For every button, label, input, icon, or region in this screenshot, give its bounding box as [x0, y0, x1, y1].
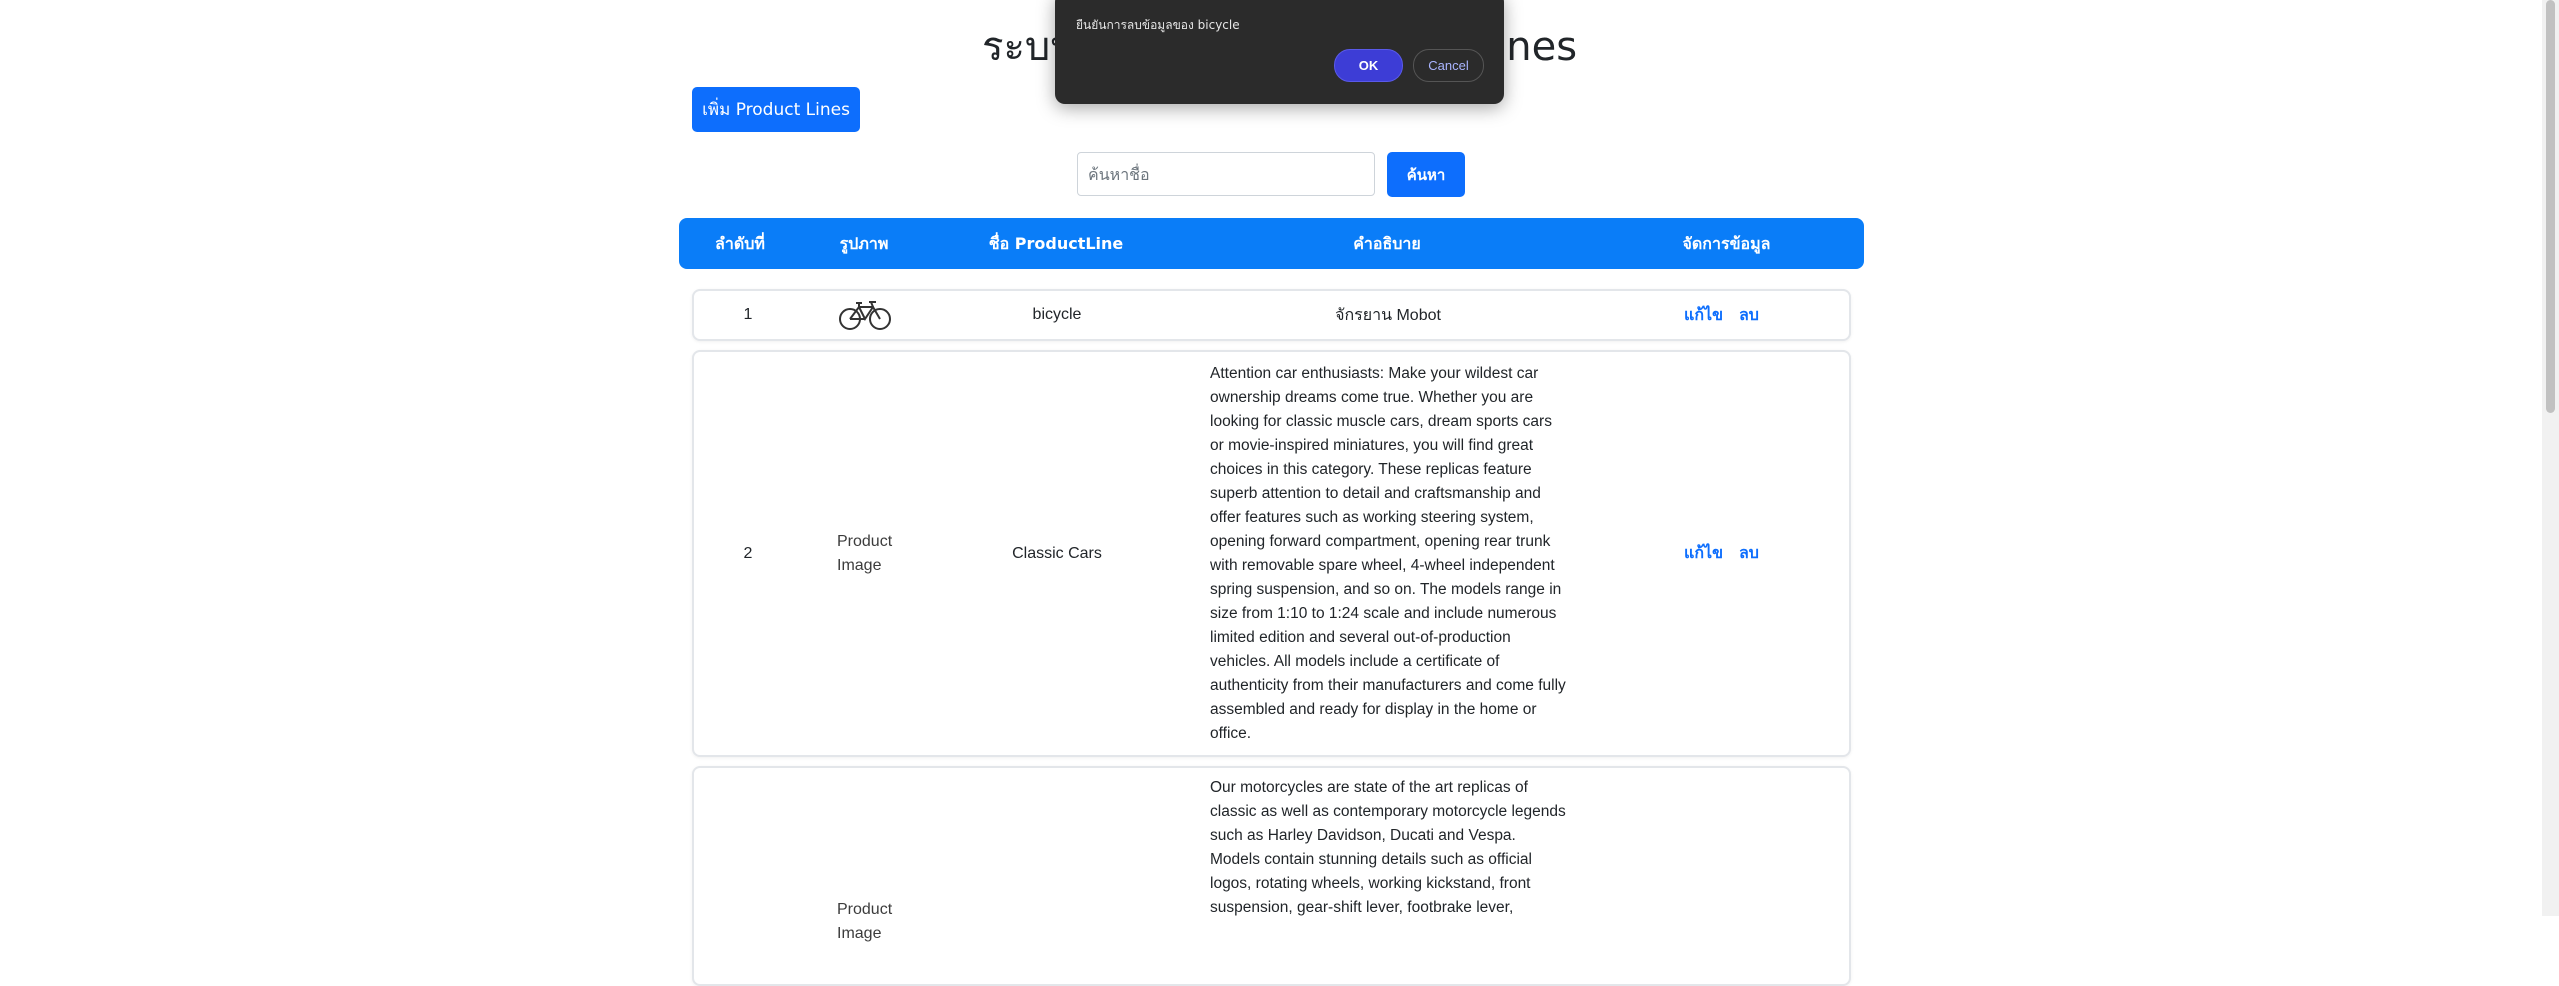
- bicycle-icon: [802, 291, 928, 339]
- scrollbar-thumb[interactable]: [2546, 0, 2555, 413]
- table-row: 2 Product Image Classic Cars Attention c…: [692, 350, 1851, 757]
- row-index: 1: [743, 306, 753, 323]
- row-description: จักรยาน Mobot: [1335, 306, 1441, 324]
- table-header: ลำดับที่ รูปภาพ ชื่อ ProductLine คำอธิบา…: [679, 218, 1864, 269]
- add-product-line-button[interactable]: เพิ่ม Product Lines: [692, 87, 860, 132]
- header-name: ชื่อ ProductLine: [988, 234, 1124, 253]
- row-description: Attention car enthusiasts: Make your wil…: [1210, 364, 1566, 742]
- confirm-dialog: ยืนยันการลบข้อมูลของ bicycle OK Cancel: [1055, 0, 1504, 104]
- header-image: รูปภาพ: [839, 234, 889, 253]
- row-name: bicycle: [1032, 306, 1082, 323]
- ok-button[interactable]: OK: [1334, 49, 1403, 82]
- search-button[interactable]: ค้นหา: [1387, 152, 1465, 197]
- header-description: คำอธิบาย: [1353, 234, 1421, 253]
- cancel-button[interactable]: Cancel: [1413, 49, 1484, 82]
- edit-link[interactable]: แก้ไข: [1684, 303, 1723, 328]
- row-description: Our motorcycles are state of the art rep…: [1210, 779, 1566, 916]
- row-index: 2: [743, 544, 753, 562]
- broken-image: Product Image: [837, 532, 893, 574]
- header-actions: จัดการข้อมูล: [1682, 234, 1771, 253]
- row-name: Classic Cars: [1012, 544, 1102, 562]
- row-image: Product Image: [802, 768, 928, 984]
- row-description-cell: Our motorcycles are state of the art rep…: [1186, 768, 1590, 984]
- edit-link[interactable]: แก้ไข: [1684, 541, 1723, 566]
- dialog-message: ยืนยันการลบข้อมูลของ bicycle: [1076, 18, 1240, 32]
- row-actions: แก้ไข ลบ: [1590, 291, 1853, 339]
- vertical-scrollbar[interactable]: [2542, 0, 2559, 916]
- table-row: Product Image Our motorcycles are state …: [692, 766, 1851, 986]
- row-description-cell: Attention car enthusiasts: Make your wil…: [1186, 352, 1590, 755]
- row-actions: แก้ไข ลบ: [1590, 352, 1853, 755]
- broken-image: Product Image: [837, 901, 893, 942]
- header-index: ลำดับที่: [715, 234, 765, 253]
- table-row: 1 bicycle จักรยาน Mobot แก้ไข ลบ: [692, 289, 1851, 341]
- delete-link[interactable]: ลบ: [1739, 541, 1759, 566]
- search-input[interactable]: [1077, 152, 1375, 196]
- delete-link[interactable]: ลบ: [1739, 303, 1759, 328]
- row-image: Product Image: [802, 352, 928, 755]
